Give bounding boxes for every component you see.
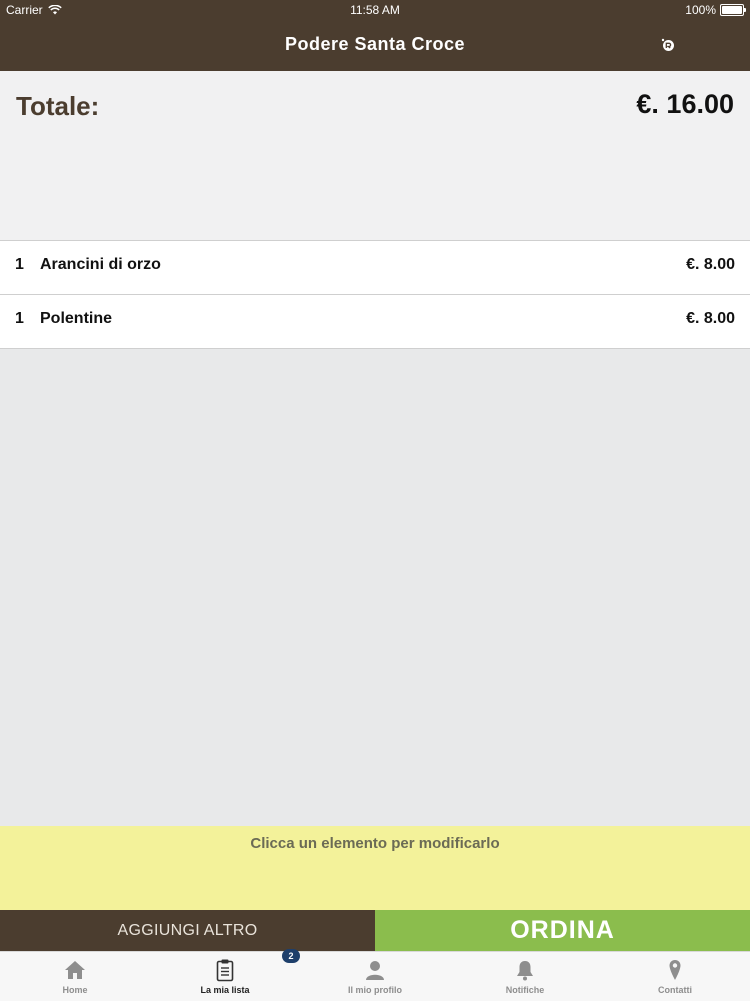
user-icon	[366, 961, 384, 980]
location-pin-icon	[669, 960, 681, 980]
tab-contacts[interactable]: Contatti	[600, 952, 750, 1001]
navigation-bar: Podere Santa Croce	[0, 20, 750, 71]
tab-label: Il mio profilo	[348, 985, 402, 995]
tab-label: Notifiche	[505, 985, 545, 995]
order-button[interactable]: ORDINA	[375, 910, 750, 951]
tab-label: La mia lista	[200, 985, 250, 995]
tab-label: Home	[62, 985, 88, 995]
total-summary: Totale: €. 16.00	[0, 71, 750, 240]
item-name: Polentine	[40, 310, 113, 327]
item-name: Arancini di orzo	[40, 256, 161, 273]
order-item[interactable]: 1 Arancini di orzo €. 8.00	[0, 241, 750, 295]
refresh-icon[interactable]	[660, 37, 676, 53]
battery-status: 100%	[685, 3, 746, 17]
edit-hint-text: Clicca un elemento per modificarlo	[250, 835, 500, 852]
list-count-badge: 2	[282, 949, 300, 963]
clock: 11:58 AM	[350, 3, 400, 17]
edit-hint-panel: Clicca un elemento per modificarlo	[0, 826, 750, 910]
item-quantity: 1	[15, 310, 24, 327]
battery-icon	[720, 4, 746, 16]
add-more-button[interactable]: AGGIUNGI ALTRO	[0, 910, 375, 951]
home-icon	[65, 961, 85, 979]
total-amount: €. 16.00	[636, 89, 734, 119]
item-price: €. 8.00	[686, 256, 735, 273]
page-title: Podere Santa Croce	[284, 34, 466, 54]
battery-percentage: 100%	[685, 3, 716, 17]
status-bar: Carrier 11:58 AM 100%	[0, 0, 750, 20]
tab-notifications[interactable]: Notifiche	[450, 952, 600, 1001]
total-label: Totale:	[16, 91, 100, 121]
tab-label: Contatti	[658, 985, 692, 995]
tab-my-profile[interactable]: Il mio profilo	[300, 952, 450, 1001]
tab-my-list[interactable]: La mia lista	[150, 952, 300, 1001]
tab-home[interactable]: Home	[0, 952, 150, 1001]
item-price: €. 8.00	[686, 310, 735, 327]
order-item[interactable]: 1 Polentine €. 8.00	[0, 295, 750, 349]
action-bar: AGGIUNGI ALTRO ORDINA	[0, 910, 750, 951]
order-list: 1 Arancini di orzo €. 8.00 1 Polentine €…	[0, 240, 750, 349]
tab-bar: Home La mia lista Il mio profilo Notific…	[0, 951, 750, 1001]
item-quantity: 1	[15, 256, 24, 273]
clipboard-icon	[216, 959, 234, 982]
bell-icon	[517, 961, 533, 981]
